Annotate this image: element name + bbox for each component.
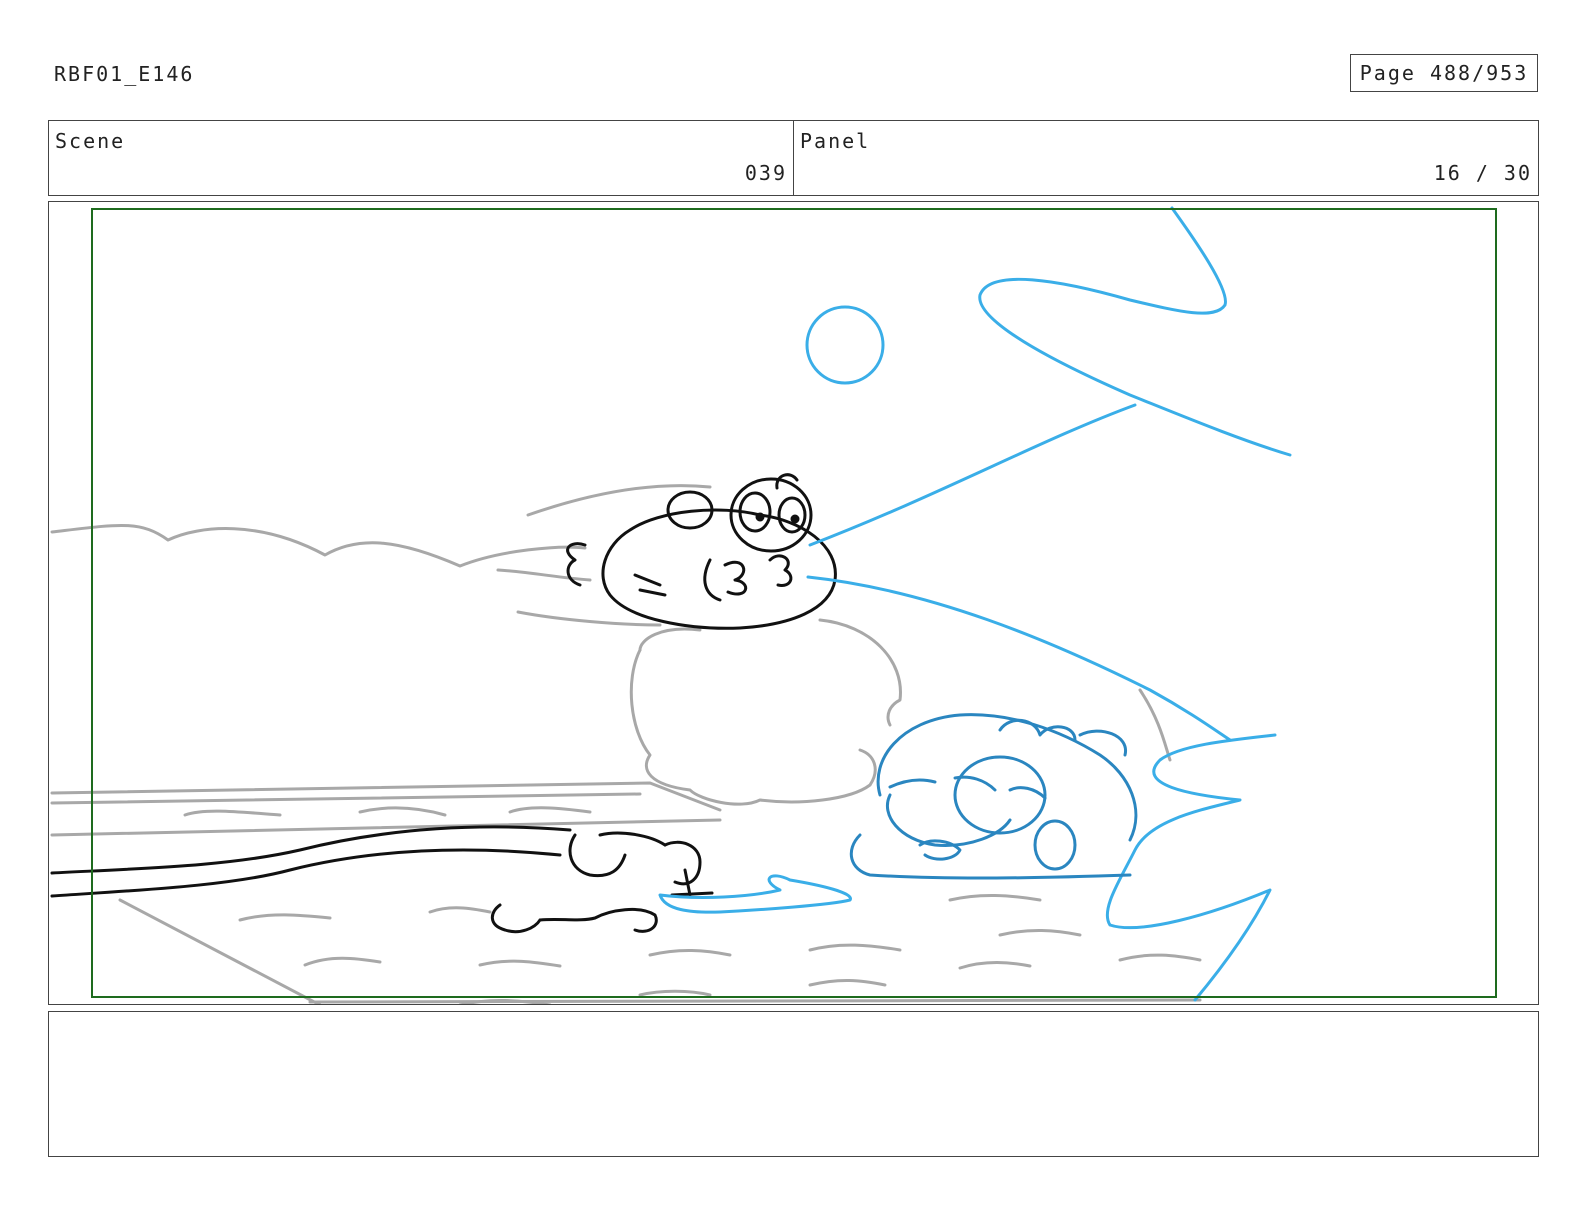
flying-character-sketch xyxy=(566,473,837,630)
speed-lines xyxy=(496,484,712,627)
notes-box xyxy=(48,1011,1539,1157)
blue-stream-sketch xyxy=(658,206,1292,1002)
background-clouds xyxy=(50,524,1172,806)
ground-lines xyxy=(50,781,1202,1004)
sleeping-character-sketch xyxy=(849,713,1138,880)
